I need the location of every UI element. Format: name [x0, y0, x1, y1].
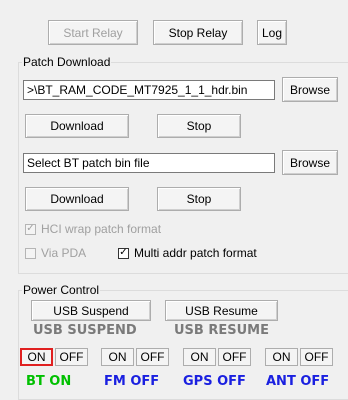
usb-suspend-button[interactable]: USB Suspend [31, 300, 151, 321]
ant-off-button[interactable]: OFF [300, 348, 333, 366]
fm-on-button[interactable]: ON [101, 348, 134, 366]
fm-status: FM OFF [104, 374, 160, 389]
multi-addr-label: Multi addr patch format [134, 246, 257, 260]
checkbox-empty-icon [25, 247, 36, 259]
gps-off-button[interactable]: OFF [218, 348, 251, 366]
hci-wrap-label: HCI wrap patch format [41, 222, 162, 236]
via-pda-checkbox[interactable]: Via PDA [25, 246, 86, 260]
stop-button-1[interactable]: Stop [157, 114, 241, 138]
ant-status: ANT OFF [266, 374, 330, 389]
download-button-1[interactable]: Download [25, 114, 129, 138]
bt-on-button[interactable]: ON [20, 348, 53, 366]
gps-on-button[interactable]: ON [183, 348, 216, 366]
start-relay-button[interactable]: Start Relay [48, 20, 138, 45]
via-pda-label: Via PDA [41, 246, 87, 260]
check-icon: ✓ [25, 223, 36, 235]
bt-off-button[interactable]: OFF [55, 348, 88, 366]
patch-file-select-field[interactable]: Select BT patch bin file [23, 153, 275, 173]
usb-resume-status: USB RESUME [174, 323, 269, 338]
usb-resume-button[interactable]: USB Resume [165, 300, 278, 321]
patch-download-title: Patch Download [22, 55, 112, 69]
patch-file-path-field[interactable]: >\BT_RAM_CODE_MT7925_1_1_hdr.bin [23, 80, 275, 100]
gps-status: GPS OFF [183, 374, 246, 389]
check-icon: ✓ [118, 247, 129, 259]
bt-tool-panel: Start Relay Stop Relay Log Patch Downloa… [0, 0, 348, 400]
ant-on-button[interactable]: ON [265, 348, 298, 366]
power-control-title: Power Control [22, 283, 101, 297]
download-button-2[interactable]: Download [25, 187, 129, 211]
browse-button-2[interactable]: Browse [282, 150, 338, 175]
hci-wrap-checkbox[interactable]: ✓ HCI wrap patch format [25, 222, 161, 236]
usb-suspend-status: USB SUSPEND [33, 323, 137, 338]
fm-off-button[interactable]: OFF [136, 348, 169, 366]
stop-relay-button[interactable]: Stop Relay [153, 20, 243, 45]
browse-button-1[interactable]: Browse [282, 77, 338, 102]
stop-button-2[interactable]: Stop [157, 187, 241, 211]
multi-addr-checkbox[interactable]: ✓ Multi addr patch format [118, 246, 257, 260]
bt-status: BT ON [26, 374, 72, 389]
log-button[interactable]: Log [257, 20, 287, 45]
